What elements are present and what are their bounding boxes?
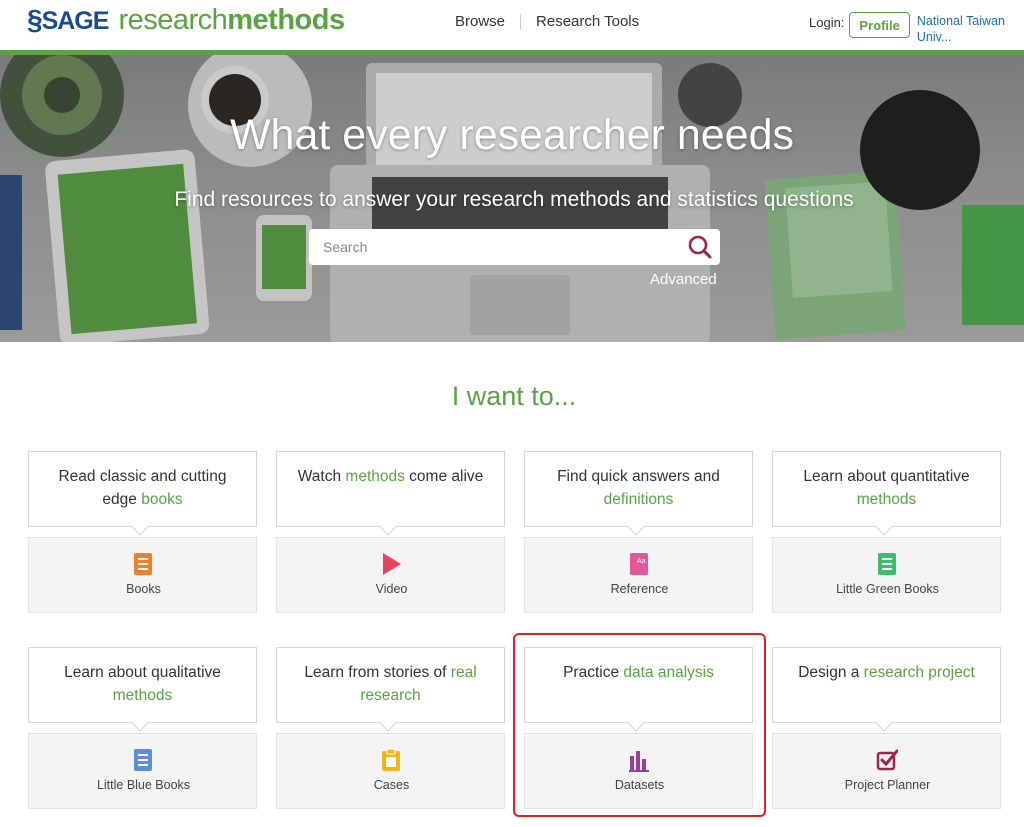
- card-description-text: Learn about quantitative: [803, 468, 970, 485]
- login-area: Login: Profile National Taiwan Univ...: [809, 12, 1017, 45]
- card-resource-label: Reference: [610, 582, 669, 596]
- card-description-highlight: methods: [856, 491, 917, 508]
- card-description-text: Find quick answers and: [557, 468, 720, 485]
- card-description-text: Watch: [297, 468, 346, 485]
- card-description-highlight: books: [141, 491, 183, 508]
- card-resource-button[interactable]: Video: [276, 537, 505, 613]
- card-description[interactable]: Learn from stories of real research: [276, 647, 505, 723]
- i-want-to-heading: I want to...: [451, 381, 577, 411]
- card-resource-button[interactable]: Little Blue Books: [28, 733, 257, 809]
- card-resource-label: Books: [126, 582, 161, 596]
- card-description-highlight: methods: [345, 468, 405, 485]
- card-resource-button[interactable]: Aa Reference: [524, 537, 753, 613]
- play-icon: [383, 553, 401, 575]
- reference-icon: Aa: [630, 553, 648, 575]
- hero-subtitle: Find resources to answer your research m…: [174, 188, 854, 211]
- sage-research-methods-logo[interactable]: §SAGE researchmethods: [27, 4, 345, 37]
- card-description-text: Design a: [798, 664, 864, 681]
- advanced-search-link[interactable]: Advanced: [650, 271, 717, 288]
- main-nav: Browse Research Tools: [455, 13, 639, 30]
- institution-link[interactable]: National Taiwan Univ...: [917, 13, 1017, 45]
- card-resource-button[interactable]: Project Planner: [772, 733, 1001, 809]
- clipboard-icon: [382, 748, 400, 771]
- card-description[interactable]: Learn about quantitative methods: [772, 451, 1001, 527]
- card-description[interactable]: Learn about qualitative methods: [28, 647, 257, 723]
- green-book-icon: [878, 553, 896, 575]
- card-description-text: Learn from stories of: [304, 664, 451, 681]
- institution-line-1: National Taiwan: [916, 14, 1005, 28]
- research-methods-logo-text: researchmethods: [118, 4, 345, 36]
- sage-logo-text: §SAGE: [27, 4, 109, 35]
- card-resource-label: Little Blue Books: [96, 778, 191, 792]
- search-input[interactable]: [309, 229, 679, 265]
- search-box: [309, 229, 720, 265]
- card-description[interactable]: Read classic and cutting edge books: [28, 451, 257, 527]
- site-header: §SAGE researchmethods Browse Research To…: [0, 0, 1024, 50]
- card-description-text: Learn about qualitative: [64, 664, 221, 681]
- institution-line-2: Univ...: [916, 30, 952, 44]
- card-description[interactable]: Watch methods come alive: [276, 451, 505, 527]
- card-resource-label: Video: [375, 582, 408, 596]
- card-description-highlight: methods: [112, 687, 173, 704]
- search-icon[interactable]: [687, 234, 713, 260]
- card-description-suffix: come alive: [404, 468, 484, 485]
- svg-text:Aa: Aa: [637, 558, 646, 565]
- login-label: Login:: [809, 15, 845, 30]
- card-resource-button[interactable]: Little Green Books: [772, 537, 1001, 613]
- hero-title: What every researcher needs: [229, 111, 795, 159]
- card-description-highlight: definitions: [603, 491, 674, 508]
- hero-banner: What every researcher needs Find resourc…: [0, 55, 1024, 342]
- card-description[interactable]: Find quick answers and definitions: [524, 451, 753, 527]
- nav-research-tools[interactable]: Research Tools: [536, 13, 639, 30]
- card-resource-label: Little Green Books: [836, 582, 939, 596]
- checkbox-icon: [876, 749, 898, 771]
- card-resource-button[interactable]: Books: [28, 537, 257, 613]
- blue-book-icon: [134, 749, 152, 771]
- book-icon: [134, 553, 152, 575]
- card-description-highlight: research project: [863, 664, 975, 681]
- nav-browse[interactable]: Browse: [455, 13, 505, 30]
- card-resource-button[interactable]: Cases: [276, 733, 505, 809]
- profile-button[interactable]: Profile: [849, 12, 910, 38]
- nav-divider: [520, 13, 522, 30]
- card-description[interactable]: Design a research project: [772, 647, 1001, 723]
- highlight-annotation-box: [513, 633, 766, 817]
- card-resource-label: Project Planner: [844, 778, 931, 792]
- card-resource-label: Cases: [373, 778, 410, 792]
